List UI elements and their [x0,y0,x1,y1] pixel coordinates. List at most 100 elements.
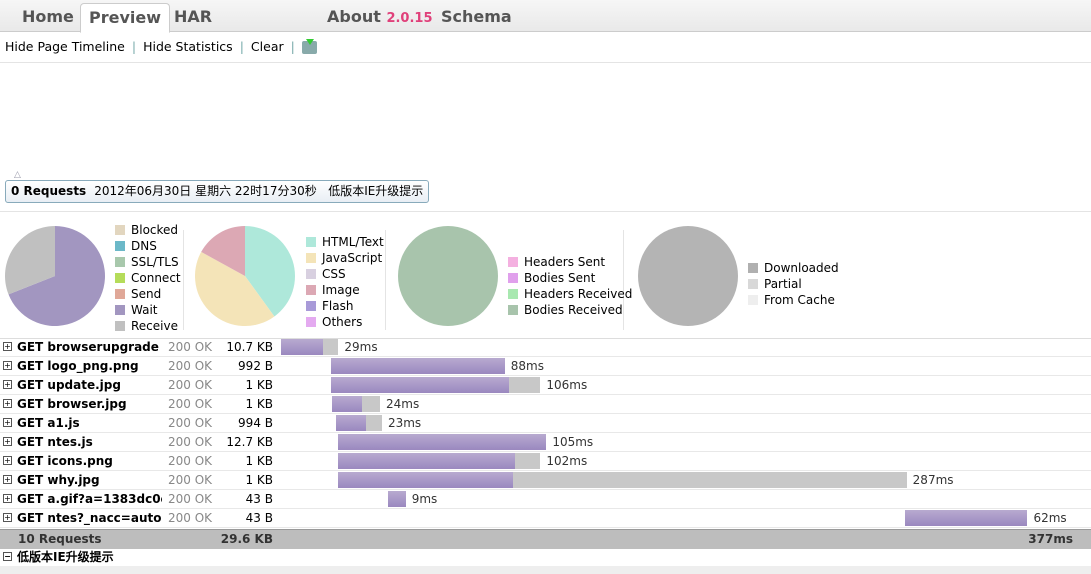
request-url[interactable]: GET browserupgrade [17,338,162,356]
expand-icon[interactable]: + [3,380,12,389]
legend-item: Others [306,314,384,330]
request-status: 200 OK [168,511,213,525]
toolbar: Hide Page Timeline | Hide Statistics | Clear… [0,32,1091,63]
request-status: 200 OK [168,378,213,392]
expand-icon[interactable]: + [3,513,12,522]
request-row[interactable]: + GET logo_png.png 200 OK 992 B 88ms [0,357,1091,376]
version-label: 2.0.15 [386,11,433,26]
summary-time: 377ms [1028,532,1073,546]
hide-statistics-link[interactable]: Hide Statistics [143,39,233,54]
request-url[interactable]: GET a1.js [17,414,162,432]
request-status: 200 OK [168,435,213,449]
timing-bar-receive [508,377,541,393]
tab-har[interactable]: HAR [166,3,220,30]
legend-item: Headers Received [508,286,632,302]
timing-bar-receive [512,472,907,488]
legend-item: Partial [748,276,839,292]
request-row[interactable]: + GET browser.jpg 200 OK 1 KB 24ms [0,395,1091,414]
request-size: 1 KB [245,473,273,487]
request-url[interactable]: GET logo_png.png [17,357,162,375]
request-size: 992 B [238,359,273,373]
request-url[interactable]: GET icons.png [17,452,162,470]
request-row[interactable]: + GET update.jpg 200 OK 1 KB 106ms [0,376,1091,395]
page-request-count: 0 Requests [11,184,87,198]
legend-swatch [306,301,316,311]
download-icon[interactable] [301,39,317,54]
request-status: 200 OK [168,454,213,468]
request-url[interactable]: GET ntes.js [17,433,162,451]
request-row[interactable]: + GET browserupgrade 200 OK 10.7 KB 29ms [0,338,1091,357]
request-time: 29ms [344,340,378,354]
pie-chart [5,226,105,326]
tab-schema[interactable]: Schema [433,3,520,30]
collapse-icon[interactable]: − [3,552,12,561]
request-row[interactable]: + GET ntes?_nacc=auto&_ 200 OK 43 B 62ms [0,509,1091,528]
tab-about[interactable]: About 2.0.15 [319,3,441,30]
clear-link[interactable]: Clear [251,39,284,54]
request-time: 106ms [546,378,588,392]
summary-size: 29.6 KB [220,532,273,546]
request-size: 12.7 KB [226,435,273,449]
expand-icon[interactable]: + [3,475,12,484]
legend-label: Connect [131,271,181,285]
legend-item: HTML/Text [306,234,384,250]
legend-swatch [115,273,125,283]
expand-icon[interactable]: + [3,418,12,427]
legend-swatch [508,273,518,283]
request-url[interactable]: GET why.jpg [17,471,162,489]
request-row[interactable]: + GET a.gif?a=1383dc0ef 200 OK 43 B 9ms [0,490,1091,509]
legend-swatch [306,317,316,327]
legend-item: Image [306,282,384,298]
page-timeline-bar[interactable]: 0 Requests 2012年06月30日 星期六 22时17分30秒 低版本I… [5,180,430,203]
expand-icon[interactable]: + [3,399,12,408]
expand-icon[interactable]: + [3,494,12,503]
summary-count: 10 Requests [18,532,102,546]
timing-bar-receive [362,396,380,412]
legend-swatch [115,289,125,299]
timing-bar-wait [281,339,323,355]
timing-bar-wait [332,396,363,412]
tab-home[interactable]: Home [14,3,82,30]
legend-swatch [508,305,518,315]
request-size: 10.7 KB [226,340,273,354]
request-status: 200 OK [168,359,213,373]
request-row[interactable]: + GET ntes.js 200 OK 12.7 KB 105ms [0,433,1091,452]
legend-label: Image [322,283,360,297]
tab-about-label: About [327,7,381,26]
legend-item: Headers Sent [508,254,632,270]
legend-item: Receive [115,318,181,334]
legend-swatch [508,257,518,267]
expand-icon[interactable]: + [3,456,12,465]
expand-icon[interactable]: + [3,361,12,370]
page-title: 低版本IE升级提示 [328,184,424,198]
request-row[interactable]: + GET a1.js 200 OK 994 B 23ms [0,414,1091,433]
request-url[interactable]: GET ntes?_nacc=auto&_ [17,509,162,527]
divider [183,230,184,330]
tab-preview[interactable]: Preview [80,3,171,33]
legend-swatch [115,321,125,331]
request-time: 23ms [387,416,422,430]
timeline-marker-icon: △ [14,170,21,180]
page-group-header[interactable]: − 低版本IE升级提示 [0,549,1091,565]
request-status: 200 OK [168,416,213,430]
request-row[interactable]: + GET icons.png 200 OK 1 KB 102ms [0,452,1091,471]
request-url[interactable]: GET update.jpg [17,376,162,394]
request-size: 1 KB [245,454,273,468]
request-url[interactable]: GET browser.jpg [17,395,162,413]
legend-item: DNS [115,238,181,254]
legend-label: Send [131,287,162,301]
legend-swatch [748,295,758,305]
divider [385,230,386,330]
expand-icon[interactable]: + [3,437,12,446]
legend-swatch [115,225,125,235]
request-url[interactable]: GET a.gif?a=1383dc0ef [17,490,162,508]
timing-bar-wait [387,491,406,507]
request-time: 9ms [411,492,438,506]
timing-bar-wait [338,434,547,450]
separator: | [239,39,244,54]
expand-icon[interactable]: + [3,342,12,351]
hide-page-timeline-link[interactable]: Hide Page Timeline [5,39,125,54]
request-row[interactable]: + GET why.jpg 200 OK 1 KB 287ms [0,471,1091,490]
legend-swatch [306,237,316,247]
legend-label: Headers Received [524,287,633,301]
